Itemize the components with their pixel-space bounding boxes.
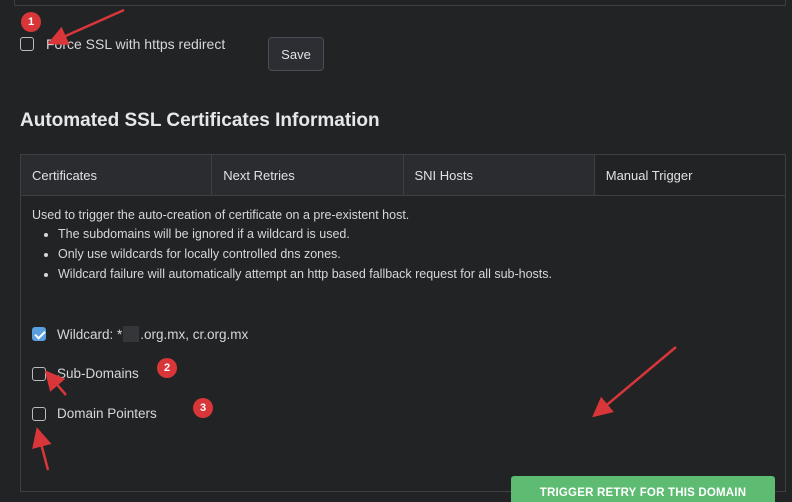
trigger-retry-button[interactable]: TRIGGER RETRY FOR THIS DOMAIN (511, 476, 775, 502)
subdomains-label: Sub-Domains (57, 366, 139, 381)
tab-bar: Certificates Next Retries SNI Hosts Manu… (21, 155, 785, 196)
manual-trigger-body: Used to trigger the auto-creation of cer… (21, 196, 785, 502)
wildcard-label-suffix: .org.mx, cr.org.mx (140, 327, 249, 342)
tab-sni-hosts[interactable]: SNI Hosts (403, 155, 595, 195)
ssl-info-panel: Certificates Next Retries SNI Hosts Manu… (20, 154, 786, 502)
wildcard-checkbox[interactable] (32, 327, 46, 341)
tab-manual-trigger[interactable]: Manual Trigger (594, 155, 785, 195)
list-item: Wildcard failure will automatically atte… (58, 266, 774, 282)
wildcard-label: Wildcard: * .org.mx, cr.org.mx (57, 326, 248, 342)
top-panel-border (14, 0, 786, 6)
save-button[interactable]: Save (268, 37, 324, 71)
wildcard-option: Wildcard: * .org.mx, cr.org.mx (32, 326, 248, 342)
force-ssl-label: Force SSL with https redirect (46, 36, 226, 52)
domain-pointers-label: Domain Pointers (57, 406, 157, 421)
domain-pointers-option: Domain Pointers (32, 406, 157, 421)
annotation-badge-3: 3 (193, 398, 213, 418)
page: Force SSL with https redirect Save Autom… (0, 0, 792, 502)
annotation-badge-1: 1 (21, 12, 41, 32)
wildcard-label-prefix: Wildcard: * (57, 327, 123, 342)
list-item: Only use wildcards for locally controlle… (58, 246, 774, 262)
tab-next-retries[interactable]: Next Retries (212, 155, 404, 195)
subdomains-option: Sub-Domains (32, 366, 139, 381)
force-ssl-row: Force SSL with https redirect (20, 36, 225, 52)
force-ssl-checkbox[interactable] (20, 37, 34, 51)
redaction-box (123, 326, 140, 342)
list-item: The subdomains will be ignored if a wild… (58, 226, 774, 242)
info-list: The subdomains will be ignored if a wild… (32, 226, 774, 282)
subdomains-checkbox[interactable] (32, 366, 46, 381)
section-title: Automated SSL Certificates Information (20, 110, 380, 131)
domain-pointers-checkbox[interactable] (32, 406, 46, 421)
tab-certificates[interactable]: Certificates (21, 155, 213, 195)
intro-text: Used to trigger the auto-creation of cer… (32, 208, 410, 222)
annotation-badge-2: 2 (157, 358, 177, 378)
